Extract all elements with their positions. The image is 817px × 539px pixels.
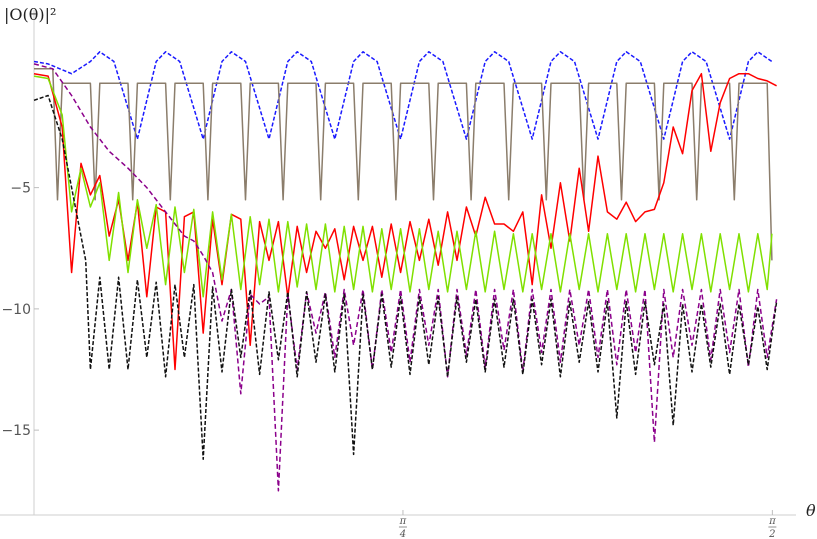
y-tick-label: −5	[10, 181, 31, 197]
series-layer	[33, 51, 778, 492]
x-axis-title: θ	[806, 501, 816, 520]
x-tick-label-numerator: π	[399, 516, 407, 527]
y-tick-label: −10	[1, 302, 31, 318]
x-tick-label-denominator: 2	[768, 529, 775, 539]
series-line-2	[34, 68, 773, 261]
y-axis-title: |O(θ)|²	[4, 5, 56, 24]
x-tick-label-denominator: 4	[399, 529, 406, 539]
chart-canvas: −5 −10 −15 π 4 π 2 |O(θ)|² θ	[0, 5, 816, 539]
x-tick-label-numerator: π	[768, 516, 776, 527]
y-tick-label: −15	[1, 423, 31, 439]
labels-layer: |O(θ)|² θ	[4, 5, 816, 520]
series-line-1	[33, 51, 773, 140]
